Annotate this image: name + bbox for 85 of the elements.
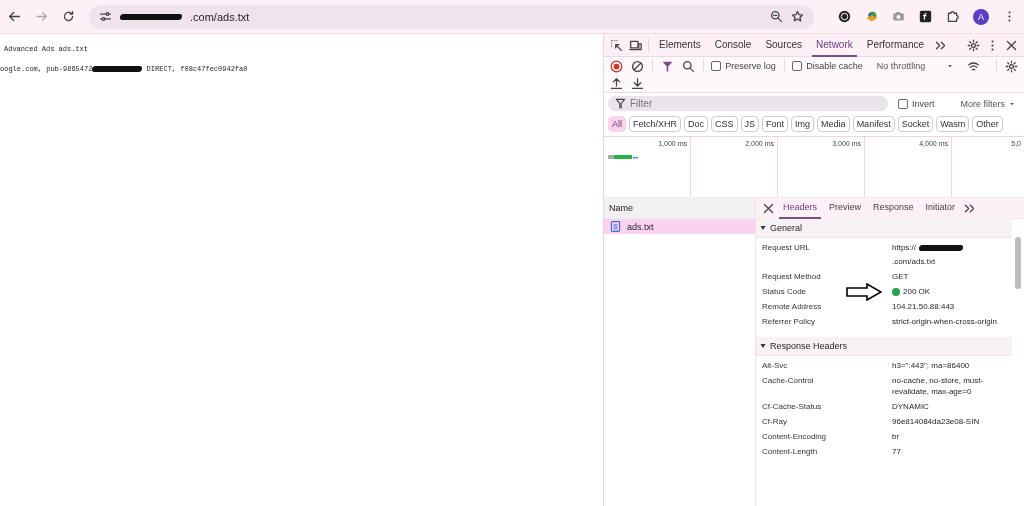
header-name: Content-Encoding [762, 431, 828, 442]
column-header: Name [604, 198, 755, 219]
type-filter[interactable]: Fetch/XHR [629, 116, 682, 132]
network-conditions-icon[interactable] [967, 59, 981, 73]
checkbox[interactable]: Disable cache [792, 61, 863, 71]
type-filter[interactable]: Doc [684, 116, 709, 132]
header-value: DYNAMIC [892, 401, 929, 412]
header-name: Request URL [762, 242, 812, 254]
settings-icon[interactable] [1004, 59, 1018, 73]
address-bar[interactable]: .com/ads.txt [89, 4, 814, 29]
header-name: Cf-Ray [762, 416, 788, 427]
clear-icon[interactable] [631, 59, 644, 73]
dropdown-caret-icon [947, 63, 954, 69]
extension-icon[interactable] [919, 10, 932, 23]
checkbox[interactable]: Preserve log [711, 61, 776, 71]
zoom-icon[interactable] [770, 10, 783, 23]
puzzle-icon[interactable] [946, 10, 959, 23]
url-text: .com/ads.txt [190, 10, 250, 23]
header-name: Content-Length [762, 446, 819, 457]
filter-icon [615, 98, 626, 109]
close-icon[interactable] [762, 201, 775, 215]
panel-tab[interactable]: Performance [862, 33, 928, 57]
header-name: Cache-Control [762, 375, 815, 387]
header-value: h3=":443"; ma=86400 [892, 360, 970, 371]
device-icon[interactable] [629, 38, 642, 52]
section-header[interactable]: Response Headers [756, 337, 1012, 356]
header-value: 104.21.50.88:443 [892, 301, 955, 312]
checkbox[interactable]: Invert [898, 98, 935, 109]
header-value: .com/ads.txt [892, 256, 936, 267]
inspect-icon[interactable] [610, 38, 623, 52]
extension-icon[interactable] [838, 10, 851, 23]
type-filter[interactable]: Other [972, 116, 1003, 132]
type-filter[interactable]: Socket [897, 116, 934, 132]
filter-field[interactable]: Filter [608, 96, 888, 111]
type-filter[interactable]: All [608, 116, 626, 132]
panel-tab[interactable]: Sources [761, 33, 807, 57]
header-value: br [892, 431, 900, 442]
redaction-mark [918, 245, 964, 251]
panel-tab[interactable]: Console [710, 33, 756, 57]
search-icon[interactable] [681, 59, 695, 73]
document-icon [609, 220, 622, 233]
upload-icon[interactable] [610, 77, 623, 90]
header-name: Referrer Policy [762, 316, 816, 327]
header-name: Cf-Cache-Status [762, 401, 823, 412]
download-icon[interactable] [631, 77, 644, 90]
type-filter[interactable]: Font [762, 116, 789, 132]
throttling-dropdown[interactable]: No throttling [870, 60, 960, 72]
header-name: Remote Address [762, 301, 823, 312]
request-row[interactable]: ads.txt [604, 219, 755, 234]
waterfall-bar [608, 155, 638, 159]
dropdown-caret-icon [1009, 100, 1016, 107]
detail-tab[interactable]: Initiator [921, 197, 960, 219]
type-filter[interactable]: CSS [711, 116, 738, 132]
request-name: ads.txt [627, 221, 654, 232]
header-value: 96e814084da23e08-SIN [892, 416, 980, 427]
detail-tab[interactable]: Response [869, 197, 918, 219]
detail-tab[interactable]: Preview [825, 197, 866, 219]
scrollbar-thumb[interactable] [1015, 237, 1021, 289]
settings-icon[interactable] [967, 38, 980, 52]
record-icon[interactable] [610, 59, 623, 73]
type-filter[interactable]: Media [817, 116, 850, 132]
header-name: Request Method [762, 271, 822, 282]
back-icon[interactable] [8, 10, 21, 23]
close-icon[interactable] [1005, 38, 1018, 52]
profile-avatar[interactable]: A [973, 8, 989, 25]
type-filter[interactable]: Wasm [936, 116, 970, 132]
header-name: Status Code [762, 286, 808, 297]
reload-icon[interactable] [62, 10, 75, 23]
camera-icon[interactable] [892, 10, 905, 23]
header-value: GET [892, 271, 909, 282]
header-value: strict-origin-when-cross-origin [892, 316, 997, 327]
type-filter[interactable]: Manifest [852, 116, 895, 132]
type-filter[interactable]: JS [740, 116, 760, 132]
header-value: no-cache, no-store, must-revalidate, max-age=0 [892, 375, 985, 397]
more-filters-dropdown[interactable]: More filters [954, 97, 1022, 110]
section-header[interactable]: General [756, 219, 1012, 238]
header-value: 200 OK [903, 286, 931, 297]
panel-tab[interactable]: Elements [655, 33, 705, 57]
header-value: 77 [892, 446, 901, 457]
filter-icon[interactable] [660, 59, 674, 73]
star-icon[interactable] [791, 10, 804, 23]
header-value: https:// [892, 242, 916, 253]
site-settings-icon[interactable] [99, 10, 112, 23]
type-filter[interactable]: Img [791, 116, 815, 132]
header-name: Alt-Svc [762, 360, 789, 371]
